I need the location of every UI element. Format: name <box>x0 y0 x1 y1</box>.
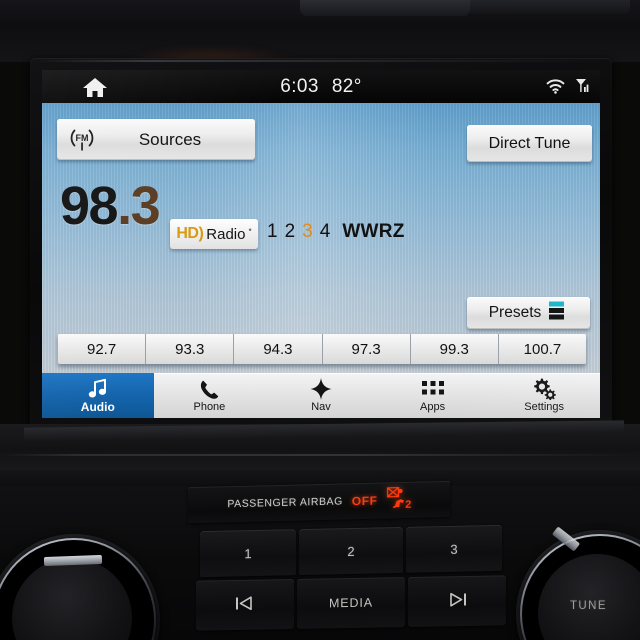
radio-main-panel: FM Sources Direct Tune 98.3 HD) Radio • <box>42 103 600 373</box>
nav-item-settings[interactable]: Settings <box>488 373 600 418</box>
bezel-highlight <box>32 60 610 62</box>
list-bars-icon <box>549 301 565 325</box>
preset-tile-4[interactable]: 97.3 <box>322 334 411 364</box>
status-indicators <box>546 78 590 99</box>
media-button[interactable]: MEDIA <box>297 577 405 629</box>
nav-label-audio: Audio <box>80 399 115 414</box>
compass-star-icon <box>310 378 332 400</box>
bottom-nav-bar: Audio Phone Nav Apps Settings <box>42 373 600 418</box>
dashboard-notch-left <box>300 0 470 16</box>
hd-channel-list: 1 2 3 4 WWRZ <box>267 221 405 243</box>
music-note-icon <box>87 378 108 399</box>
previous-track-icon <box>235 596 255 614</box>
hd-radio-badge: HD) Radio • <box>170 219 258 249</box>
current-frequency: 98.3 <box>60 176 161 236</box>
hd-channel-2[interactable]: 2 <box>285 221 296 243</box>
nav-item-phone[interactable]: Phone <box>154 373 266 418</box>
preset-tile-5[interactable]: 99.3 <box>410 334 499 364</box>
tune-knob-label: TUNE <box>570 600 607 612</box>
frequency-whole: 98 <box>60 176 119 236</box>
airbag-status: OFF <box>351 493 378 509</box>
hd-radio-trademark: • <box>248 225 252 235</box>
dashboard-notch-right <box>470 0 630 14</box>
nav-label-phone: Phone <box>193 400 226 413</box>
previous-track-button[interactable] <box>196 578 294 631</box>
presets-button[interactable]: Presets <box>467 297 590 329</box>
next-track-button[interactable] <box>408 575 506 628</box>
preset-tile-2[interactable]: 93.3 <box>146 334 235 364</box>
hd-channel-1[interactable]: 1 <box>267 221 278 243</box>
hard-preset-label-1: 1 <box>244 545 252 561</box>
passenger-airbag-indicator: PASSENGER AIRBAG OFF 2 <box>188 480 450 524</box>
sources-label: Sources <box>138 129 202 149</box>
temperature: 82° <box>331 75 362 97</box>
hard-preset-button-row: 1 2 3 <box>200 524 502 579</box>
svg-text:2: 2 <box>405 498 411 509</box>
hard-preset-button-1[interactable]: 1 <box>200 529 296 578</box>
infotainment-screen[interactable]: 6:03 82° FM Sources Direct Tune 98.3 HD)… <box>42 70 600 418</box>
wifi-icon <box>546 78 565 99</box>
preset-tile-3[interactable]: 94.3 <box>234 334 323 364</box>
hd-radio-word: Radio <box>206 225 246 243</box>
signal-icon <box>575 78 590 99</box>
media-label: MEDIA <box>328 595 374 611</box>
status-bar: 6:03 82° <box>42 70 600 103</box>
hard-preset-button-2[interactable]: 2 <box>299 526 403 576</box>
direct-tune-button[interactable]: Direct Tune <box>467 125 592 162</box>
media-button-row: MEDIA <box>196 575 506 632</box>
clock: 6:03 <box>280 75 319 97</box>
nav-label-settings: Settings <box>524 400 565 413</box>
preset-tile-6[interactable]: 100.7 <box>498 334 586 364</box>
gears-icon <box>532 378 556 400</box>
phone-handset-icon <box>199 379 220 400</box>
frequency-decimal: .3 <box>117 176 161 236</box>
grid-apps-icon <box>421 379 444 400</box>
sources-button[interactable]: FM Sources <box>57 119 255 160</box>
hd-channel-4[interactable]: 4 <box>320 221 331 243</box>
hard-preset-label-2: 2 <box>347 543 355 559</box>
preset-tile-1[interactable]: 92.7 <box>58 334 147 364</box>
passenger-airbag-off-icon: 2 <box>386 486 411 514</box>
preset-tiles: 92.7 93.3 94.3 97.3 99.3 100.7 <box>58 334 586 364</box>
hd-radio-mark: HD) <box>176 225 204 242</box>
station-call-sign: WWRZ <box>342 221 405 242</box>
nav-label-nav: Nav <box>311 400 331 413</box>
direct-tune-label: Direct Tune <box>488 134 571 152</box>
car-infotainment-photo: 6:03 82° FM Sources Direct Tune 98.3 HD)… <box>0 0 640 640</box>
hard-preset-button-3[interactable]: 3 <box>406 524 502 573</box>
hard-preset-label-3: 3 <box>450 541 458 557</box>
airbag-label: PASSENGER AIRBAG <box>227 495 343 511</box>
next-track-icon <box>447 592 467 610</box>
nav-item-audio[interactable]: Audio <box>42 373 154 418</box>
nav-label-apps: Apps <box>420 400 446 413</box>
nav-item-nav[interactable]: Nav <box>265 373 377 418</box>
status-center: 6:03 82° <box>42 70 600 103</box>
presets-label: Presets <box>488 304 542 321</box>
hd-channel-3-active[interactable]: 3 <box>302 221 313 243</box>
nav-item-apps[interactable]: Apps <box>377 373 489 418</box>
